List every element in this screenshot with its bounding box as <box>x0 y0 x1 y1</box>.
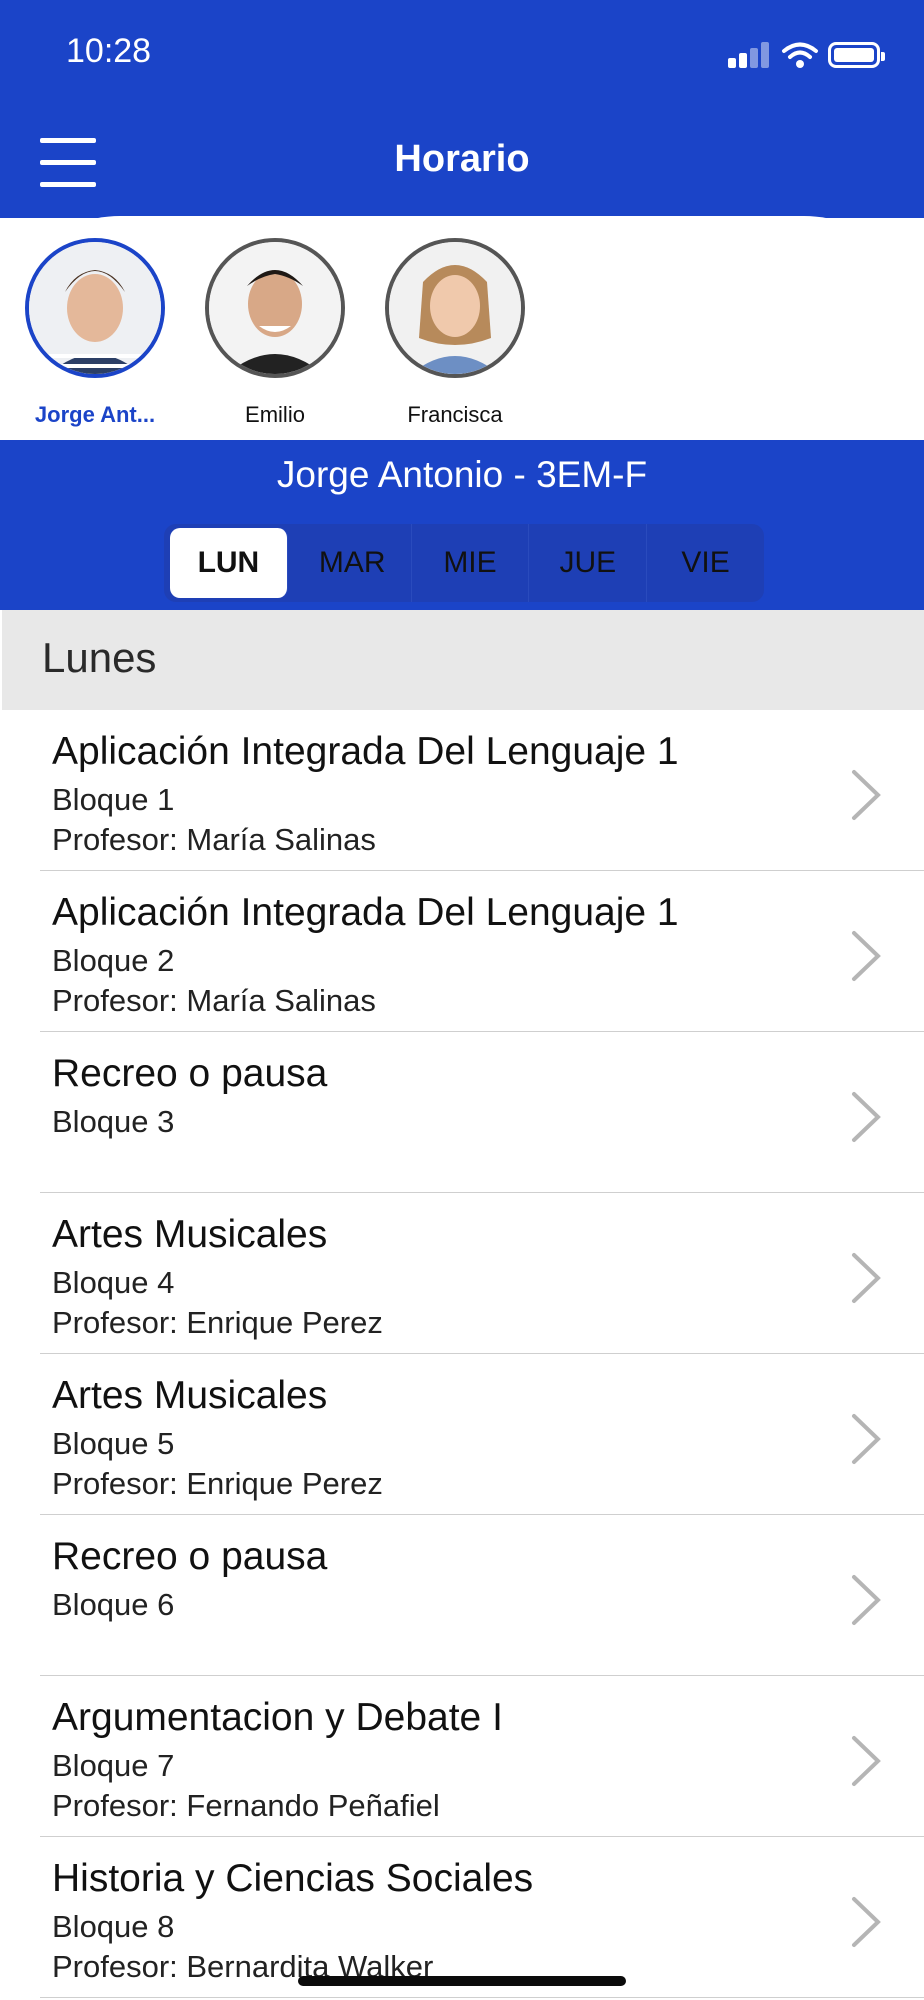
chevron-right-icon <box>852 1414 881 1464</box>
chevron-right-icon <box>852 1253 881 1303</box>
subject-label: Recreo o pausa <box>52 1535 328 1578</box>
teacher-label: Profesor: Fernando Peñafiel <box>52 1788 440 1823</box>
block-label: Bloque 6 <box>52 1587 175 1622</box>
teacher-label: Profesor: María Salinas <box>52 822 376 857</box>
day-section-header: Lunes <box>2 610 924 710</box>
chevron-right-icon <box>852 770 881 820</box>
profile-name: Jorge Ant... <box>34 402 156 427</box>
chevron-right-icon <box>852 1575 881 1625</box>
block-label: Bloque 5 <box>52 1426 175 1461</box>
list-item[interactable]: Recreo o pausa Bloque 6 <box>40 1515 924 1676</box>
block-label: Bloque 3 <box>52 1104 175 1139</box>
list-item[interactable]: Argumentacion y Debate I Bloque 7 Profes… <box>40 1676 924 1837</box>
wifi-icon <box>782 42 818 68</box>
list-item[interactable]: Historia y Ciencias Sociales Bloque 8 Pr… <box>40 1837 924 1998</box>
chevron-right-icon <box>852 1736 881 1786</box>
profile-name: Francisca <box>407 402 503 427</box>
profile-name: Emilio <box>245 402 305 427</box>
battery-icon <box>828 42 885 68</box>
page-title: Horario <box>394 138 530 180</box>
subject-label: Artes Musicales <box>52 1374 328 1417</box>
subject-label: Aplicación Integrada Del Lenguaje 1 <box>52 891 679 934</box>
subject-label: Aplicación Integrada Del Lenguaje 1 <box>52 730 679 773</box>
tab-vie[interactable]: VIE <box>647 524 764 602</box>
profile-jorge[interactable]: Jorge Ant... <box>10 238 180 438</box>
avatar <box>25 238 165 378</box>
profile-francisca[interactable]: Francisca <box>370 238 540 438</box>
student-label: Jorge Antonio - 3EM-F <box>276 454 648 495</box>
tab-mar[interactable]: MAR <box>294 524 412 602</box>
chevron-right-icon <box>852 1092 881 1142</box>
avatar <box>205 238 345 378</box>
list-item[interactable]: Artes Musicales Bloque 5 Profesor: Enriq… <box>40 1354 924 1515</box>
header-bar: 10:28 Horario <box>0 0 924 218</box>
day-selector: LUN MAR MIE JUE VIE <box>164 524 764 602</box>
block-label: Bloque 4 <box>52 1265 175 1300</box>
teacher-label: Profesor: María Salinas <box>52 983 376 1018</box>
tab-mie[interactable]: MIE <box>412 524 530 602</box>
cellular-signal-icon <box>728 42 772 68</box>
home-indicator <box>298 1976 626 1986</box>
teacher-label: Profesor: Enrique Perez <box>52 1305 383 1340</box>
student-panel: Jorge Antonio - 3EM-F LUN MAR MIE JUE VI… <box>0 440 924 610</box>
subject-label: Artes Musicales <box>52 1213 328 1256</box>
chevron-right-icon <box>852 931 881 981</box>
section-title: Lunes <box>42 634 157 681</box>
subject-label: Recreo o pausa <box>52 1052 328 1095</box>
profile-selector: Jorge Ant... Emilio Francisca <box>0 216 924 440</box>
profile-emilio[interactable]: Emilio <box>190 238 360 438</box>
block-label: Bloque 1 <box>52 782 175 817</box>
block-label: Bloque 7 <box>52 1748 175 1783</box>
status-time: 10:28 <box>66 32 152 70</box>
list-item[interactable]: Aplicación Integrada Del Lenguaje 1 Bloq… <box>40 871 924 1032</box>
schedule-list: Aplicación Integrada Del Lenguaje 1 Bloq… <box>0 710 924 1998</box>
avatar <box>385 238 525 378</box>
list-item[interactable]: Artes Musicales Bloque 4 Profesor: Enriq… <box>40 1193 924 1354</box>
subject-label: Historia y Ciencias Sociales <box>52 1857 534 1900</box>
subject-label: Argumentacion y Debate I <box>52 1696 503 1739</box>
block-label: Bloque 2 <box>52 943 175 978</box>
list-item[interactable]: Aplicación Integrada Del Lenguaje 1 Bloq… <box>40 710 924 871</box>
teacher-label: Profesor: Enrique Perez <box>52 1466 383 1501</box>
tab-lun[interactable]: LUN <box>170 528 288 598</box>
list-item[interactable]: Recreo o pausa Bloque 3 <box>40 1032 924 1193</box>
tab-jue[interactable]: JUE <box>529 524 648 602</box>
block-label: Bloque 8 <box>52 1909 175 1944</box>
chevron-right-icon <box>852 1897 881 1947</box>
